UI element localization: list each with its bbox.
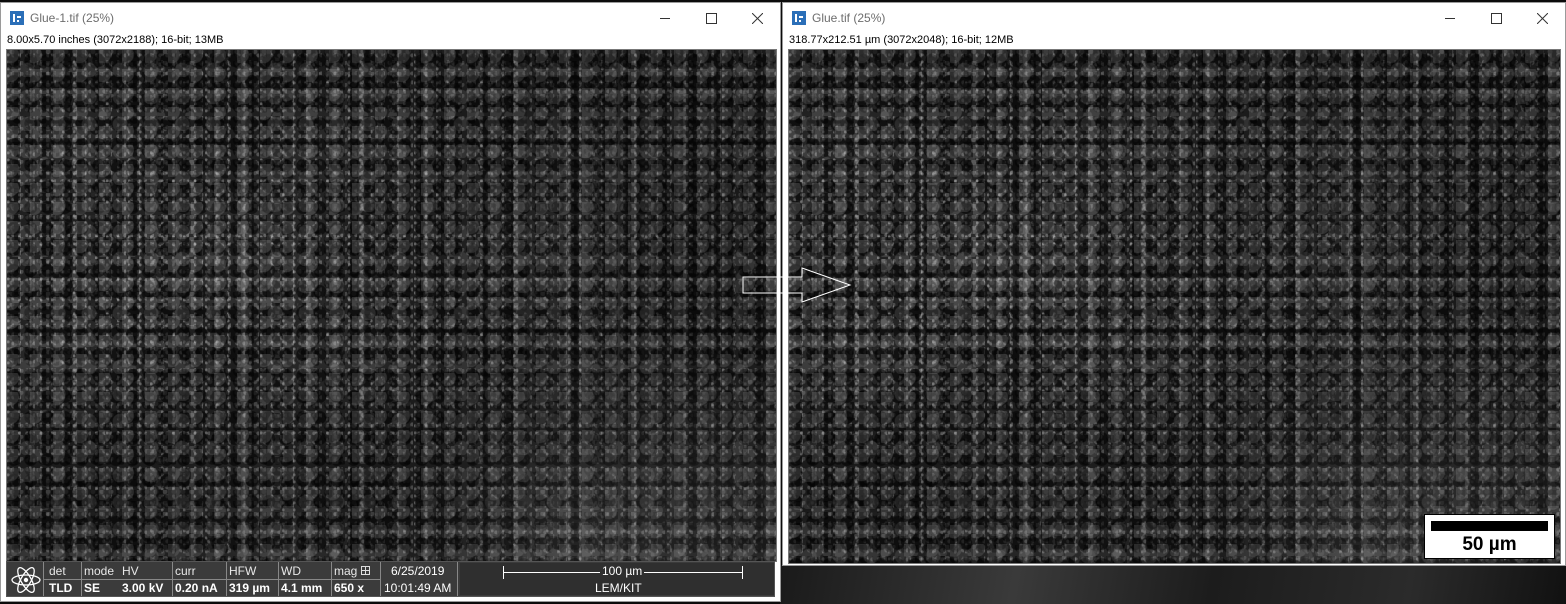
minimize-icon [660, 18, 670, 19]
sem-scale-bar: 100 µm LEM/KIT [460, 563, 774, 595]
mag-header: mag [334, 564, 358, 578]
mode-header: mode [84, 564, 115, 578]
maximize-button[interactable] [1473, 3, 1519, 33]
title-bar[interactable]: Glue.tif (25%) [783, 3, 1565, 33]
minimize-button[interactable] [1427, 3, 1473, 33]
image-window-left[interactable]: Glue-1.tif (25%) 8.00x5.70 inches (3072x… [0, 2, 781, 602]
image-window-right[interactable]: Glue.tif (25%) 318.77x212.51 µm (3072x20… [782, 2, 1566, 566]
atom-logo-icon [11, 566, 41, 594]
divider [172, 562, 173, 596]
det-header: det [49, 564, 66, 578]
image-info-text: 318.77x212.51 µm (3072x2048); 16-bit; 12… [789, 34, 1014, 46]
hv-header: HV [122, 564, 139, 578]
institution-label: LEM/KIT [595, 581, 642, 595]
wd-header: WD [281, 564, 301, 578]
scale-bar-tick [503, 566, 504, 579]
sem-image-canvas[interactable] [6, 49, 777, 562]
maximize-icon [705, 12, 717, 24]
close-icon [1536, 12, 1548, 24]
right-arrow-icon [742, 267, 852, 303]
mag-grid-icon [361, 566, 370, 575]
sem-micrograph [789, 50, 1560, 563]
mag-value: 650 x [334, 581, 365, 595]
divider [226, 562, 227, 596]
divider [278, 562, 279, 596]
wd-value: 4.1 mm [281, 581, 323, 595]
image-info-text: 8.00x5.70 inches (3072x2188); 16-bit; 13… [7, 34, 224, 46]
close-icon [751, 12, 763, 24]
desktop-background [780, 565, 1566, 604]
imagej-app-icon [792, 11, 806, 25]
scale-bar-line [1431, 521, 1548, 531]
hv-value: 3.00 kV [122, 581, 164, 595]
scale-bar-label: 50 µm [1462, 534, 1517, 555]
close-button[interactable] [734, 3, 780, 33]
sem-image-canvas[interactable]: 50 µm [788, 49, 1561, 564]
acquisition-date: 6/25/2019 [391, 564, 445, 578]
hfw-value: 319 µm [229, 581, 270, 595]
minimize-icon [1445, 18, 1455, 19]
imagej-app-icon [10, 11, 24, 25]
acquisition-time: 10:01:49 AM [384, 581, 452, 595]
scale-bar-label: 100 µm [600, 564, 645, 578]
window-title: Glue.tif (25%) [812, 11, 886, 25]
scale-bar-overlay: 50 µm [1424, 514, 1555, 559]
divider [81, 562, 82, 596]
window-title: Glue-1.tif (25%) [30, 11, 115, 25]
mode-value: SE [84, 581, 101, 595]
divider [380, 562, 381, 596]
scale-bar-tick [742, 566, 743, 579]
divider [331, 562, 332, 596]
curr-header: curr [175, 564, 196, 578]
maximize-icon [1490, 12, 1502, 24]
maximize-button[interactable] [688, 3, 734, 33]
sem-info-bar: det TLD mode SE HV 3.00 kV curr 0.20 nA … [6, 561, 775, 597]
det-value: TLD [49, 581, 73, 595]
title-bar[interactable]: Glue-1.tif (25%) [1, 3, 780, 33]
curr-value: 0.20 nA [175, 581, 218, 595]
hfw-header: HFW [229, 564, 257, 578]
sem-micrograph [7, 50, 776, 561]
divider [457, 562, 458, 596]
close-button[interactable] [1519, 3, 1565, 33]
minimize-button[interactable] [642, 3, 688, 33]
